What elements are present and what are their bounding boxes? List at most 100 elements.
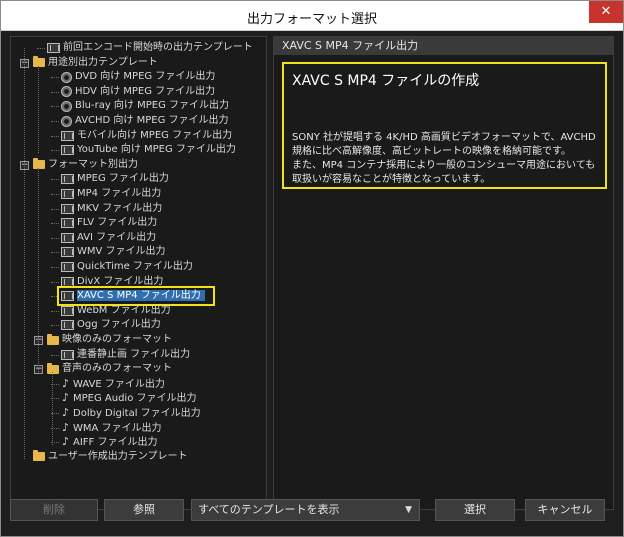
tree-item[interactable]: 音声のみのフォーマット xyxy=(47,362,172,376)
browse-button[interactable]: 参照 xyxy=(104,499,184,521)
tree-item-label: AVCHD 向け MPEG ファイル出力 xyxy=(75,115,229,126)
tree-item-label: MP4 ファイル出力 xyxy=(77,188,162,199)
tree-item[interactable]: ♪ WMA ファイル出力 xyxy=(61,421,162,435)
tree-connector xyxy=(51,150,59,152)
tree-item-label: WMA ファイル出力 xyxy=(73,422,162,434)
film-icon xyxy=(61,276,74,287)
tree-item-label: WMV ファイル出力 xyxy=(77,246,166,258)
dialog-body: 前回エンコード開始時の出力テンプレート 用途別出力テンプレート − DVD 向け MP… xyxy=(2,32,622,536)
tree-connector xyxy=(51,252,59,254)
tree-item-label: AVI ファイル出力 xyxy=(77,231,157,243)
folder-icon xyxy=(47,362,59,374)
film-icon xyxy=(61,218,74,229)
tree-item[interactable]: ♪ Dolby Digital ファイル出力 xyxy=(61,406,201,420)
tree-item-label: MKV ファイル出力 xyxy=(77,202,163,214)
tree-connector xyxy=(51,121,59,122)
folder-icon xyxy=(33,450,45,462)
tree-item[interactable]: Blu-ray 向け MPEG ファイル出力 xyxy=(61,99,229,113)
template-filter-dropdown[interactable]: すべてのテンプレートを表示 ▼ xyxy=(191,499,420,521)
tree-item[interactable]: MKV ファイル出力 xyxy=(61,202,162,216)
tree-item[interactable]: モバイル向け MPEG ファイル出力 xyxy=(61,129,232,143)
tree-connector xyxy=(51,91,59,93)
tree-item[interactable]: Ogg ファイル出力 xyxy=(61,318,161,332)
disc-icon xyxy=(61,115,72,127)
tree-connector xyxy=(37,48,45,49)
info-header: XAVC S MP4 ファイル出力 xyxy=(274,37,613,55)
description-title: XAVC S MP4 ファイルの作成 xyxy=(292,73,480,89)
note-icon: ♪ xyxy=(61,435,70,449)
cancel-button[interactable]: キャンセル xyxy=(525,499,605,521)
tree-item-label: モバイル向け MPEG ファイル出力 xyxy=(77,129,233,141)
tree-item-label: 音声のみのフォーマット xyxy=(62,363,172,375)
tree-item-label: Dolby Digital ファイル出力 xyxy=(73,408,201,419)
tree-item[interactable]: HDV 向け MPEG ファイル出力 xyxy=(61,85,215,99)
tree-connector xyxy=(51,106,59,108)
tree-item-label: MPEG ファイル出力 xyxy=(77,173,169,185)
tree-item-label: HDV 向け MPEG ファイル出力 xyxy=(75,85,216,97)
template-tree[interactable]: 前回エンコード開始時の出力テンプレート 用途別出力テンプレート − DVD 向け MP… xyxy=(10,36,267,510)
tree-item-label: 用途別出力テンプレート xyxy=(48,56,158,68)
tree-item[interactable]: WebM ファイル出力 xyxy=(61,304,171,318)
tree-item[interactable]: MP4 ファイル出力 xyxy=(61,187,161,201)
tree-item-label: FLV ファイル出力 xyxy=(77,217,158,229)
window-title: 出力フォーマット選択 xyxy=(246,12,377,27)
tree-connector xyxy=(51,77,59,79)
tree-guide-line xyxy=(38,65,39,154)
tree-item-label: DVD 向け MPEG ファイル出力 xyxy=(75,71,216,83)
tree-item[interactable]: 映像のみのフォーマット xyxy=(47,333,172,347)
tree-item[interactable]: ユーザー作成出力テンプレート xyxy=(33,450,188,464)
tree-item[interactable]: 連番静止画 ファイル出力 xyxy=(61,348,190,362)
tree-connector xyxy=(51,325,59,327)
tree-item[interactable]: 前回エンコード開始時の出力テンプレート xyxy=(47,41,253,55)
tree-item[interactable]: MPEG ファイル出力 xyxy=(61,172,169,186)
tree-item[interactable]: 用途別出力テンプレート xyxy=(33,56,158,70)
tree-item-label: 連番静止画 ファイル出力 xyxy=(77,348,191,360)
tree-item[interactable]: AVI ファイル出力 xyxy=(61,231,156,245)
tree-item[interactable]: AVCHD 向け MPEG ファイル出力 xyxy=(61,114,229,128)
select-button[interactable]: 選択 xyxy=(435,499,515,521)
description-box: XAVC S MP4 ファイルの作成 SONY 社が提唱する 4K/HD 高画質… xyxy=(282,62,607,189)
folder-icon xyxy=(47,333,59,345)
tree-guide-line xyxy=(38,167,39,373)
tree-item-label: Ogg ファイル出力 xyxy=(77,319,161,331)
close-button[interactable]: ✕ xyxy=(589,1,623,23)
film-icon xyxy=(61,262,74,272)
film-icon xyxy=(61,130,74,141)
film-icon xyxy=(61,232,74,243)
tree-item[interactable]: FLV ファイル出力 xyxy=(61,216,157,230)
tree-item-label: フォーマット別出力 xyxy=(48,158,138,170)
tree-item[interactable]: ♪ AIFF ファイル出力 xyxy=(61,435,158,449)
film-icon xyxy=(61,305,74,316)
tree-connector xyxy=(51,223,59,225)
delete-button[interactable]: 削除 xyxy=(10,499,98,521)
note-icon: ♪ xyxy=(61,391,70,405)
tree-item[interactable]: ♪ WAVE ファイル出力 xyxy=(61,377,165,391)
description-text: SONY 社が提唱する 4K/HD 高画質ビデオフォーマットで、AVCHD 規格… xyxy=(292,132,596,185)
tree-item-label: YouTube 向け MPEG ファイル出力 xyxy=(77,144,236,156)
tree-item-label: 前回エンコード開始時の出力テンプレート xyxy=(63,42,253,53)
disc-icon xyxy=(61,100,72,112)
tree-item-label: DivX ファイル出力 xyxy=(77,275,164,287)
disc-icon xyxy=(61,86,72,98)
tree-item-label: MPEG Audio ファイル出力 xyxy=(73,393,197,405)
chevron-down-icon: ▼ xyxy=(405,505,412,515)
tree-item-label: QuickTime ファイル出力 xyxy=(77,261,193,272)
film-icon xyxy=(61,189,74,199)
tree-item[interactable]: DVD 向け MPEG ファイル出力 xyxy=(61,70,215,84)
tree-item[interactable]: ♪ MPEG Audio ファイル出力 xyxy=(61,391,197,405)
note-icon: ♪ xyxy=(61,406,70,419)
note-icon: ♪ xyxy=(61,420,70,434)
note-icon: ♪ xyxy=(61,376,70,390)
tree-item[interactable]: WMV ファイル出力 xyxy=(61,245,166,259)
tree-item-label: WebM ファイル出力 xyxy=(77,304,171,316)
tree-item[interactable]: QuickTime ファイル出力 xyxy=(61,260,193,274)
folder-icon xyxy=(33,158,45,170)
tree-connector xyxy=(51,194,59,195)
tree-item[interactable]: フォーマット別出力 xyxy=(33,158,138,172)
film-icon xyxy=(61,320,74,331)
filter-selected-value: すべてのテンプレートを表示 xyxy=(198,503,340,516)
tree-item-label: Blu-ray 向け MPEG ファイル出力 xyxy=(75,100,230,112)
title-bar: 出力フォーマット選択 ✕ xyxy=(1,1,623,31)
tree-connector xyxy=(51,135,59,137)
tree-item[interactable]: YouTube 向け MPEG ファイル出力 xyxy=(61,143,236,157)
